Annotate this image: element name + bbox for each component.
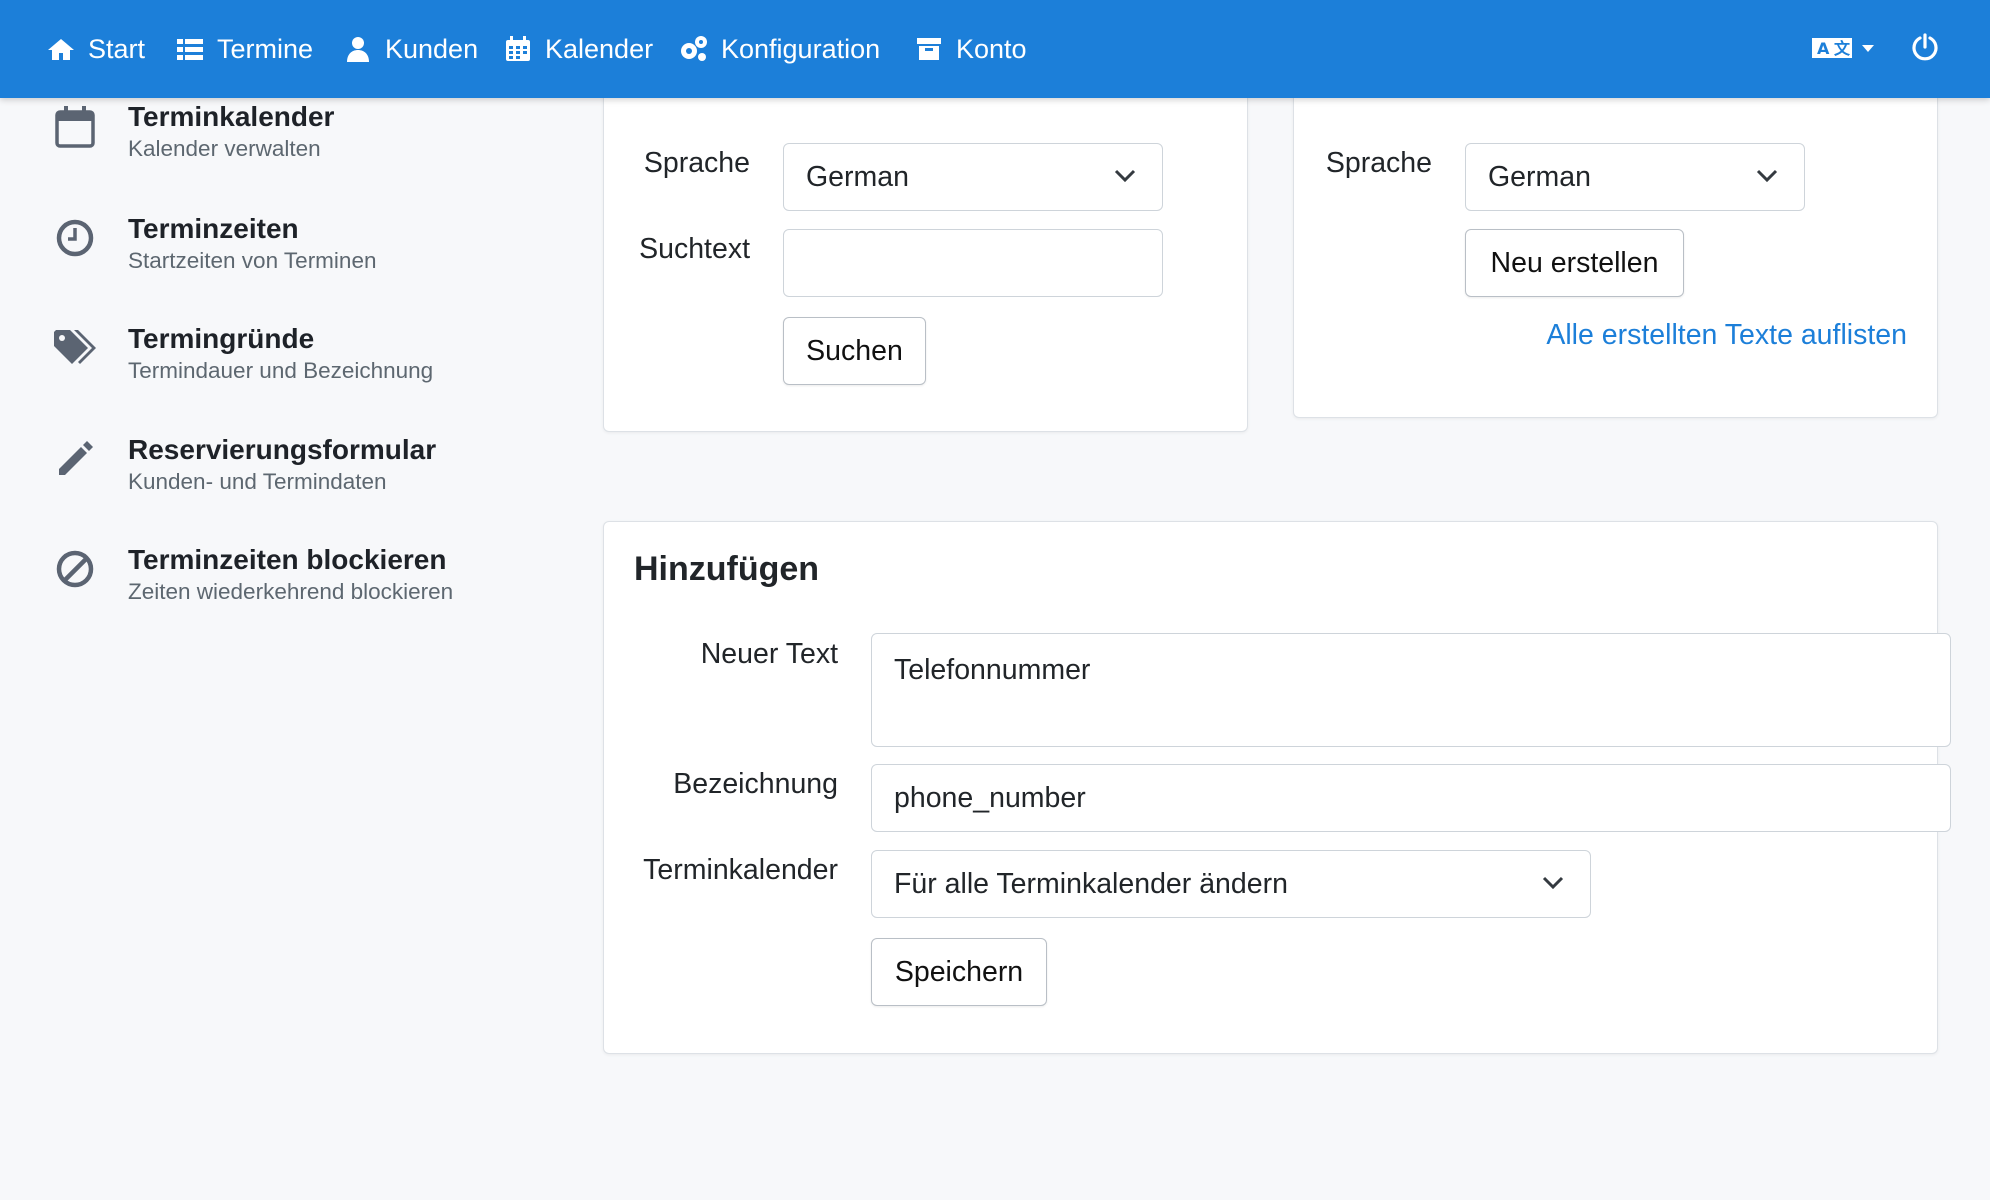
clock-icon <box>52 218 98 264</box>
sidebar-item-terminkalender[interactable]: Terminkalender Kalender verwalten <box>52 100 334 164</box>
cogs-icon <box>679 34 709 64</box>
search-button[interactable]: Suchen <box>783 317 926 385</box>
new-text-field[interactable]: Telefonnummer <box>871 633 1951 747</box>
tags-icon <box>52 328 98 374</box>
create-language-value: German <box>1488 160 1591 193</box>
ban-icon <box>52 549 98 595</box>
create-card: Sprache German Neu erstellen Alle erstel… <box>1293 70 1938 418</box>
sidebar-item-subtitle: Kalender verwalten <box>128 136 321 161</box>
calendar-icon <box>503 34 533 64</box>
sidebar-item-reservierungsformular[interactable]: Reservierungsformular Kunden- und Termin… <box>52 433 436 497</box>
calendar-select[interactable]: Für alle Terminkalender ändern <box>871 850 1591 918</box>
calendar-label: Terminkalender <box>643 854 838 886</box>
add-card-title: Hinzufügen <box>634 550 820 588</box>
search-language-value: German <box>806 160 909 193</box>
create-language-select[interactable]: German <box>1465 143 1805 211</box>
nav-konfiguration-label: Konfiguration <box>721 33 881 64</box>
sidebar-item-terminzeiten[interactable]: Terminzeiten Startzeiten von Terminen <box>52 212 376 276</box>
sidebar-item-title: Terminkalender <box>128 101 335 132</box>
search-text-label: Suchtext <box>639 233 750 265</box>
nav-konto[interactable]: Konto <box>914 0 1027 98</box>
calendar-icon <box>52 106 98 152</box>
name-value: phone_number <box>894 781 1086 814</box>
sidebar-item-title: Termingründe <box>128 323 315 354</box>
svg-text:文: 文 <box>1834 39 1851 58</box>
sidebar-item-title: Terminzeiten <box>128 213 299 244</box>
sidebar-item-subtitle: Startzeiten von Terminen <box>128 248 377 273</box>
sidebar-item-title: Terminzeiten blockieren <box>128 544 447 575</box>
nav-termine[interactable]: Termine <box>175 0 313 98</box>
save-button[interactable]: Speichern <box>871 938 1047 1006</box>
add-card: Hinzufügen Neuer Text Telefonnummer Beze… <box>603 521 1951 1054</box>
search-language-select[interactable]: German <box>783 143 1163 211</box>
nav-start[interactable]: Start <box>46 0 145 98</box>
create-language-label: Sprache <box>1325 147 1432 179</box>
archive-icon <box>914 34 944 64</box>
nav-start-label: Start <box>88 33 146 64</box>
list-texts-link[interactable]: Alle erstellten Texte auflisten <box>1546 319 1907 352</box>
list-icon <box>175 34 205 64</box>
chevron-down-icon <box>1756 169 1778 183</box>
nav-kunden[interactable]: Kunden <box>343 0 478 98</box>
nav-konto-label: Konto <box>956 33 1027 64</box>
calendar-value: Für alle Terminkalender ändern <box>894 867 1288 900</box>
new-text-label: Neuer Text <box>700 638 838 670</box>
user-icon <box>343 34 373 64</box>
caret-down-icon <box>1862 40 1874 58</box>
chevron-down-icon <box>1542 876 1564 890</box>
sidebar-item-terminzeiten-blockieren[interactable]: Terminzeiten blockieren Zeiten wiederkeh… <box>52 543 453 607</box>
power-icon <box>1911 32 1939 66</box>
create-new-button[interactable]: Neu erstellen <box>1465 229 1684 297</box>
sidebar-item-subtitle: Kunden- und Termindaten <box>128 469 387 494</box>
name-label: Bezeichnung <box>673 768 838 800</box>
name-field[interactable]: phone_number <box>871 764 1951 832</box>
nav-termine-label: Termine <box>217 33 314 64</box>
chevron-down-icon <box>1114 169 1136 183</box>
nav-kunden-label: Kunden <box>385 33 479 64</box>
search-input[interactable] <box>783 229 1163 297</box>
home-icon <box>46 34 76 64</box>
pencil-icon <box>52 439 98 485</box>
sidebar-item-title: Reservierungsformular <box>128 434 437 465</box>
translate-icon: A文 <box>1812 34 1854 65</box>
nav-konfiguration[interactable]: Konfiguration <box>679 0 880 98</box>
new-text-value: Telefonnummer <box>894 654 1091 686</box>
language-dropdown[interactable]: A文 <box>1812 0 1874 98</box>
nav-kalender[interactable]: Kalender <box>503 0 653 98</box>
top-navbar: Start Termine Kunden Kalender Konfigurat… <box>0 0 1990 98</box>
logout-button[interactable] <box>1911 0 1939 98</box>
sidebar-item-termingruende[interactable]: Termingründe Termindauer und Bezeichnung <box>52 322 433 386</box>
sidebar-item-subtitle: Zeiten wiederkehrend blockieren <box>128 579 454 604</box>
search-card: Sprache German Suchtext Suchen <box>603 70 1248 432</box>
search-language-label: Sprache <box>643 147 750 179</box>
sidebar-item-subtitle: Termindauer und Bezeichnung <box>128 358 434 383</box>
svg-text:A: A <box>1817 39 1830 58</box>
nav-kalender-label: Kalender <box>545 33 654 64</box>
